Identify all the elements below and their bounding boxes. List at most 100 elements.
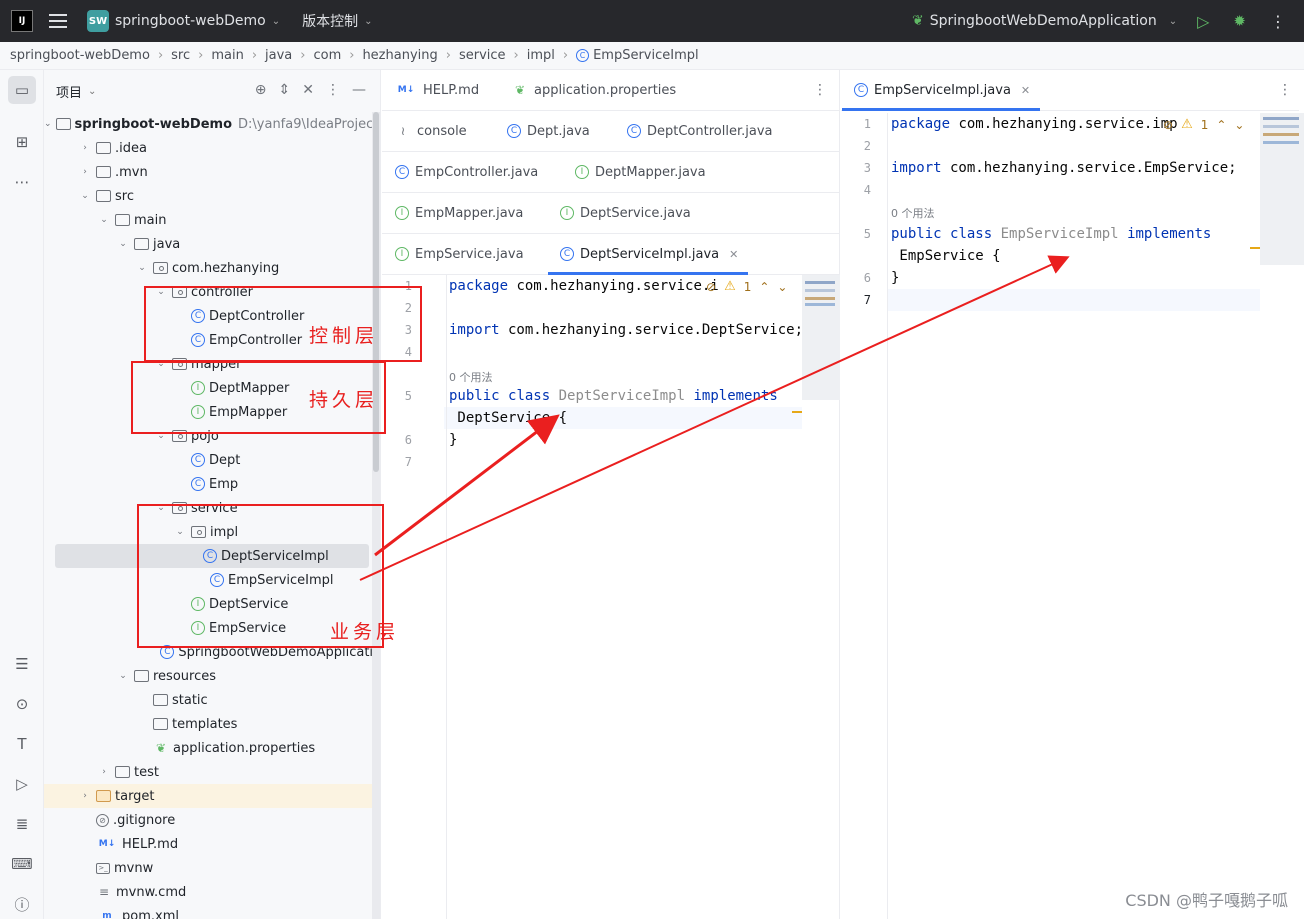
tree-item[interactable]: m pom.xml	[44, 904, 380, 919]
locate-icon[interactable]: ⊕	[255, 82, 267, 98]
chevron-right-icon[interactable]: ›	[97, 767, 111, 777]
tree-item-label: Dept	[209, 452, 241, 468]
warning-icon: ⚠	[724, 279, 736, 294]
expand-all-icon[interactable]: ⇕	[279, 82, 291, 98]
structure-icon[interactable]: ⊞	[8, 128, 36, 156]
breadcrumb-item[interactable]: impl	[527, 48, 555, 63]
tree-item[interactable]: › .mvn	[44, 160, 380, 184]
run-tool-icon[interactable]: ▷	[8, 770, 36, 798]
editor-tab[interactable]: C EmpController.java	[395, 152, 538, 192]
tree-item[interactable]: ≡ mvnw.cmd	[44, 880, 380, 904]
gitignore-icon: ⊘	[96, 813, 109, 827]
tree-item[interactable]: › .idea	[44, 136, 380, 160]
tree-item[interactable]: C Emp	[44, 472, 380, 496]
chevron-down-icon[interactable]: ⌄	[78, 191, 92, 201]
editor-tab[interactable]: C DeptController.java	[627, 111, 772, 151]
chevron-up-icon[interactable]: ⌃	[1216, 118, 1226, 132]
chevron-down-icon[interactable]: ⌄	[1234, 118, 1244, 132]
project-panel-title[interactable]: 项目	[56, 82, 82, 101]
tree-item[interactable]: ⌄ resources	[44, 664, 380, 688]
breadcrumb-item[interactable]: src	[171, 48, 190, 63]
breadcrumb-item[interactable]: hezhanying	[362, 48, 437, 63]
tree-item[interactable]: ⌄ main	[44, 208, 380, 232]
options-icon[interactable]: ⋮	[326, 82, 340, 98]
close-icon[interactable]: ✕	[1021, 84, 1030, 97]
minimap[interactable]	[802, 275, 840, 400]
properties-icon: ❦	[514, 83, 526, 97]
usage-hint[interactable]: 0 个用法	[891, 205, 935, 221]
run-icon[interactable]: ▷	[1197, 12, 1209, 31]
editor-tab[interactable]: I DeptMapper.java	[575, 152, 706, 192]
editor-tab[interactable]: I EmpService.java	[395, 234, 524, 274]
inspection-widget[interactable]: ⊘ ⚠ 1 ⌃ ⌄	[706, 279, 787, 294]
more-icon[interactable]: ⋮	[1270, 12, 1286, 31]
editor-tab-row: ≀ console C Dept.java C DeptController.java	[382, 111, 840, 152]
terminal-icon[interactable]: ⌨	[8, 850, 36, 878]
editor-tab[interactable]: C Dept.java	[507, 111, 590, 151]
tree-item[interactable]: ⊘ .gitignore	[44, 808, 380, 832]
chevron-down-icon[interactable]: ⌄	[97, 215, 111, 225]
tree-item[interactable]: ⌄ src	[44, 184, 380, 208]
database-services-icon[interactable]: ≣	[8, 810, 36, 838]
database-icon[interactable]: ☰	[8, 650, 36, 678]
tab-options-icon[interactable]: ⋮	[813, 82, 827, 98]
usage-hint[interactable]: 0 个用法	[449, 369, 493, 385]
problems-icon[interactable]: ⓘ	[8, 890, 36, 918]
tree-item[interactable]: M↓ HELP.md	[44, 832, 380, 856]
chevron-right-icon[interactable]: ›	[78, 791, 92, 801]
breadcrumb-item[interactable]: java	[265, 48, 292, 63]
tab-label: EmpService.java	[415, 246, 524, 262]
chevron-right-icon[interactable]: ›	[78, 167, 92, 177]
editor-right-code[interactable]: 1 2 3 4 5 6 7 package com.hezhanying.ser…	[841, 113, 1304, 919]
inspection-widget[interactable]: ⊘ ⚠ 1 ⌃ ⌄	[1163, 117, 1244, 132]
editor-tab[interactable]: I EmpMapper.java	[395, 193, 523, 233]
chevron-right-icon[interactable]: ›	[78, 143, 92, 153]
tree-item[interactable]: › test	[44, 760, 380, 784]
tree-item[interactable]: static	[44, 688, 380, 712]
build-hammer-icon[interactable]: T	[8, 730, 36, 758]
chevron-down-icon[interactable]: ⌄	[44, 119, 52, 129]
services-icon[interactable]: ⊙	[8, 690, 36, 718]
tree-item[interactable]: ⌄ com.hezhanying	[44, 256, 380, 280]
main-menu-icon[interactable]	[49, 14, 67, 28]
editor-left-code[interactable]: 1 2 3 4 5 6 7 package com.hezhanying.ser…	[382, 275, 840, 919]
breadcrumb-item[interactable]: main	[211, 48, 243, 63]
editor-tab[interactable]: ❦ application.properties	[512, 70, 676, 110]
editor-tab[interactable]: I DeptService.java	[560, 193, 691, 233]
tree-item[interactable]: ❦ application.properties	[44, 736, 380, 760]
tree-item[interactable]: › target	[44, 784, 380, 808]
tree-item-label: target	[115, 788, 155, 804]
editor-tab[interactable]: M↓ HELP.md	[395, 70, 479, 110]
minimap[interactable]	[1260, 113, 1304, 265]
more-tools-icon[interactable]: ⋯	[8, 168, 36, 196]
debug-icon[interactable]: ✹	[1233, 12, 1246, 30]
tab-label: application.properties	[534, 82, 677, 98]
chevron-down-icon[interactable]: ⌄	[135, 263, 149, 273]
tree-item[interactable]: C Dept	[44, 448, 380, 472]
breadcrumb-item[interactable]: service	[459, 48, 506, 63]
tree-item[interactable]: ⌄ springboot-webDemo D:\yanfa9\IdeaProject…	[44, 112, 380, 136]
close-icon[interactable]: ✕	[729, 248, 738, 261]
breadcrumb-item[interactable]: EmpServiceImpl	[593, 48, 699, 63]
project-folder-icon[interactable]: ▭	[8, 76, 36, 104]
editor-tab[interactable]: C DeptServiceImpl.java ✕	[547, 234, 749, 275]
breadcrumb-item[interactable]: springboot-webDemo	[10, 48, 150, 63]
chevron-up-icon[interactable]: ⌃	[759, 280, 769, 294]
tree-item[interactable]: >_ mvnw	[44, 856, 380, 880]
tree-item[interactable]: ⌄ java	[44, 232, 380, 256]
run-config-dropdown[interactable]: ❦ SpringbootWebDemoApplication ⌄	[912, 13, 1177, 29]
tab-options-icon[interactable]: ⋮	[1278, 82, 1292, 98]
chevron-down-icon[interactable]: ⌄	[116, 239, 130, 249]
vcs-menu[interactable]: 版本控制	[302, 11, 358, 31]
project-name-dropdown[interactable]: springboot-webDemo	[115, 13, 266, 29]
chevron-down-icon[interactable]: ⌄	[116, 671, 130, 681]
chevron-down-icon[interactable]: ⌄	[777, 280, 787, 294]
tree-item[interactable]: templates	[44, 712, 380, 736]
collapse-all-icon[interactable]: ✕	[302, 82, 314, 98]
editor-tab[interactable]: ≀ console	[395, 111, 467, 151]
tab-emp-service-impl[interactable]: C EmpServiceImpl.java ✕	[841, 70, 1041, 111]
controller-layer-label: 控制层	[309, 325, 379, 347]
breadcrumb-item[interactable]: com	[313, 48, 341, 63]
project-badge[interactable]: SW	[87, 10, 109, 32]
hide-icon[interactable]: —	[352, 82, 366, 98]
